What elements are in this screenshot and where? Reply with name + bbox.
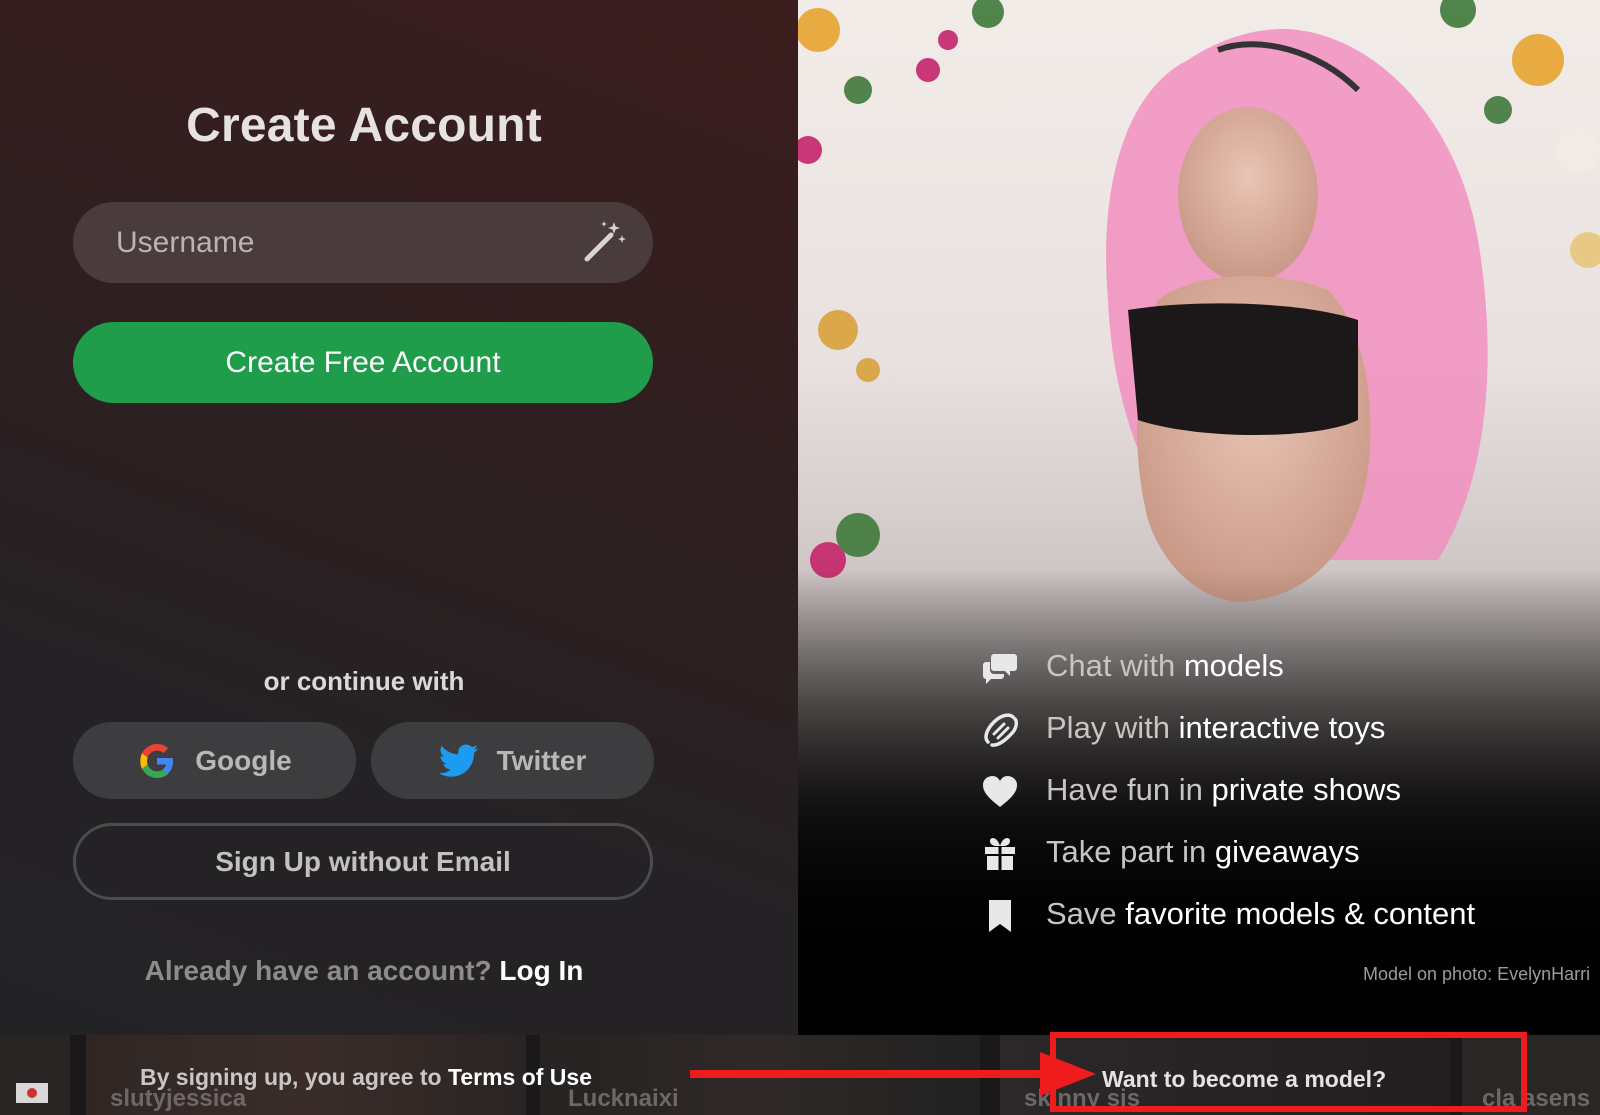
feature-item: Save favorite models & content: [982, 888, 1592, 950]
feature-dim-text: Save: [1046, 896, 1117, 931]
toy-icon: [984, 713, 1018, 747]
feature-dim-text: Have fun in: [1046, 772, 1203, 807]
google-icon: [140, 743, 174, 778]
annotation-arrow: [690, 1052, 1096, 1096]
japan-flag-icon: [16, 1083, 48, 1103]
signup-panel: Create Account Create Free Account or co…: [0, 0, 798, 1035]
feature-bright-text: private shows: [1211, 772, 1401, 807]
login-link[interactable]: Log In: [499, 955, 583, 986]
heart-icon: [983, 776, 1017, 807]
magic-wand-icon[interactable]: [581, 219, 627, 265]
feature-item: Have fun in private shows: [982, 764, 1592, 826]
username-field[interactable]: [73, 202, 653, 283]
annotation-highlight-box: [1050, 1032, 1527, 1112]
feature-bright-text: giveaways: [1214, 834, 1360, 869]
terms-of-use-link[interactable]: Terms of Use: [448, 1064, 592, 1090]
feature-dim-text: Take part in: [1046, 834, 1207, 869]
photo-credit: Model on photo: EvelynHarri: [1363, 964, 1591, 984]
signup-without-email-button[interactable]: Sign Up without Email: [73, 823, 653, 900]
google-signup-button[interactable]: Google: [73, 722, 356, 799]
twitter-label: Twitter: [496, 744, 587, 776]
feature-bright-text: models: [1183, 648, 1284, 683]
page-title: Create Account: [186, 99, 542, 152]
feature-bright-text: interactive toys: [1178, 710, 1386, 745]
twitter-signup-button[interactable]: Twitter: [371, 722, 654, 799]
promo-panel: Chat with models Play with interactive t…: [798, 0, 1600, 1035]
terms-prefix: By signing up, you agree to: [140, 1064, 442, 1090]
feature-dim-text: Chat with: [1046, 648, 1176, 683]
terms-notice: By signing up, you agree to Terms of Use: [140, 1064, 592, 1091]
bookmark-icon: [989, 900, 1011, 932]
gift-icon: [985, 838, 1015, 870]
feature-list: Chat with models Play with interactive t…: [982, 640, 1592, 950]
create-free-account-button[interactable]: Create Free Account: [73, 322, 653, 403]
feature-item: Chat with models: [982, 640, 1592, 702]
feature-item: Play with interactive toys: [982, 702, 1592, 764]
chat-bubbles-icon: [983, 654, 1017, 684]
google-label: Google: [195, 744, 292, 776]
twitter-icon: [438, 744, 478, 777]
or-continue-label: or continue with: [263, 666, 465, 696]
feature-dim-text: Play with: [1046, 710, 1171, 745]
model-thumbnail[interactable]: [0, 1035, 70, 1115]
feature-item: Take part in giveaways: [982, 826, 1592, 888]
feature-bright-text: favorite models & content: [1125, 896, 1476, 931]
username-input[interactable]: [73, 202, 653, 283]
already-have-account: Already have an account? Log In: [0, 955, 728, 987]
already-text: Already have an account?: [144, 955, 492, 986]
